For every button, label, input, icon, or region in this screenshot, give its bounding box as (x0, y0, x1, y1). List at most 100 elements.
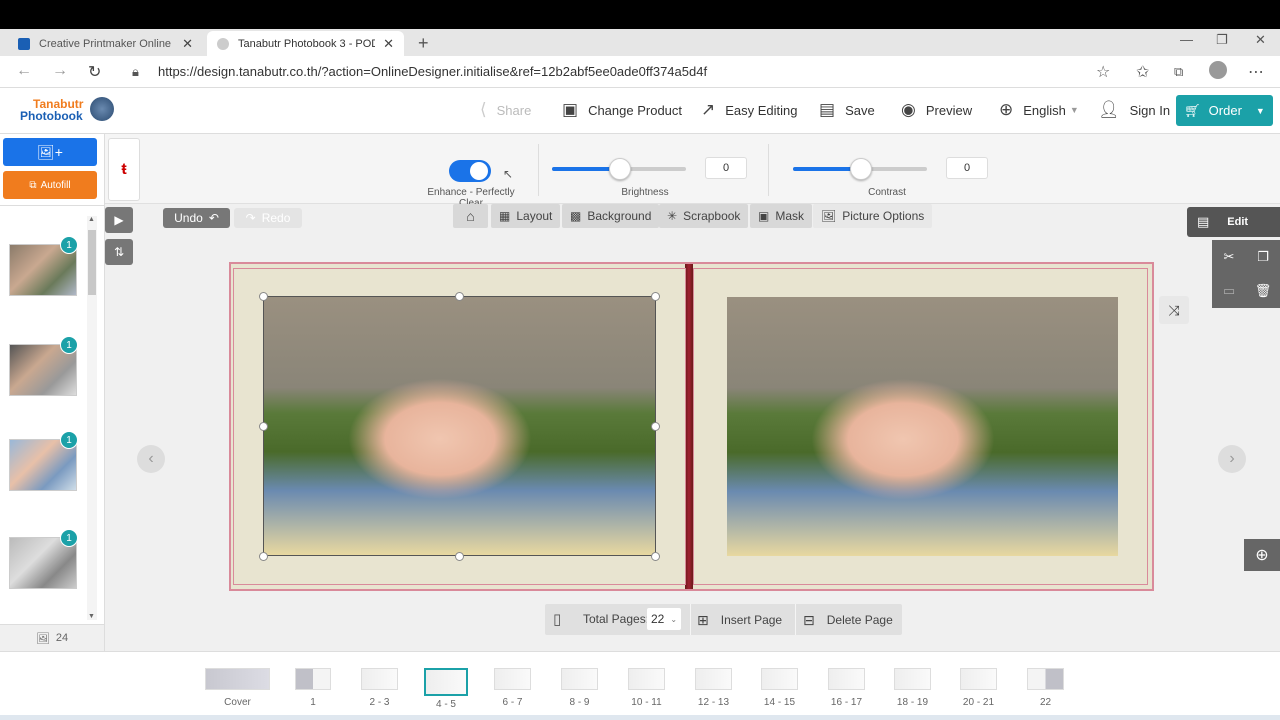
film-page-4-5[interactable]: 4 - 5 (424, 668, 468, 710)
resize-handle[interactable] (259, 552, 268, 561)
resize-handle[interactable] (259, 422, 268, 431)
picture-options-button[interactable]: 🖼︎ Picture Options (813, 204, 933, 228)
mask-button[interactable]: ▣ Mask (750, 204, 813, 228)
autofill-button[interactable]: ⧉ Autofill (3, 171, 97, 199)
sign-in-button[interactable]: 👤︎ Sign In (1098, 100, 1170, 120)
close-icon[interactable]: ✕ (182, 36, 193, 52)
film-page-2-3[interactable]: 2 - 3 (361, 668, 398, 708)
delete-page-button[interactable]: ⊟ Delete Page (803, 608, 893, 632)
redo-icon: ↷ (245, 211, 256, 225)
scrollbar-thumb[interactable] (88, 230, 96, 295)
scroll-up-icon[interactable]: ▲ (88, 216, 95, 223)
slider-knob[interactable] (850, 158, 872, 180)
film-page-18-19[interactable]: 18 - 19 (894, 668, 931, 708)
background-button[interactable]: ▩ Background (562, 204, 660, 228)
redo-button[interactable]: ↷ Redo (234, 208, 302, 228)
maximize-icon[interactable]: ❐ (1216, 32, 1228, 48)
brand-tab-icon[interactable]: ŧ (108, 138, 140, 201)
film-page-10-11[interactable]: 10 - 11 (628, 668, 665, 708)
screen-top-bar (0, 0, 1280, 29)
total-pages-select[interactable]: 22 ⌄ (647, 608, 681, 630)
minimize-icon[interactable]: — (1180, 32, 1193, 47)
slider-knob[interactable] (609, 158, 631, 180)
film-page-20-21[interactable]: 20 - 21 (960, 668, 997, 708)
save-button[interactable]: ▤ Save (819, 100, 875, 120)
edit-panel-header[interactable]: ▤ Edit (1187, 207, 1280, 237)
reload-icon[interactable]: ↻ (88, 62, 101, 82)
film-page-8-9[interactable]: 8 - 9 (561, 668, 598, 708)
insert-page-button[interactable]: ⊞ Insert Page (697, 608, 782, 632)
add-photos-button[interactable]: 🖼︎+ (3, 138, 97, 166)
browser-tab-tanabutr[interactable]: Tanabutr Photobook 3 - POD Ha... ✕ (207, 31, 404, 56)
back-icon[interactable]: ← (16, 62, 32, 80)
enhance-toggle[interactable] (449, 160, 491, 182)
cut-icon[interactable]: ✂ (1216, 244, 1242, 270)
tanabutr-logo[interactable]: Tanabutr Photobook (20, 97, 115, 127)
easy-editing-button[interactable]: ↗ Easy Editing (701, 100, 798, 120)
mask-icon: ▣ (758, 209, 770, 223)
user-icon: 👤︎ (1098, 100, 1120, 119)
star-icon[interactable]: ☆ (1096, 62, 1110, 82)
language-dropdown[interactable]: ⊕ English ▼ (999, 100, 1079, 120)
photo-thumbnail[interactable]: 1 (9, 336, 78, 396)
collections-icon[interactable]: ⧉ (1174, 64, 1183, 80)
film-page-1[interactable]: 1 (295, 668, 331, 708)
resize-handle[interactable] (455, 292, 464, 301)
window-close-icon[interactable]: ✕ (1255, 32, 1266, 48)
change-product-button[interactable]: ▣ Change Product (562, 100, 682, 120)
language-label: English (1023, 102, 1066, 118)
resize-handle[interactable] (455, 552, 464, 561)
add-photo-icon: 🖼︎+ (37, 143, 63, 160)
film-page-12-13[interactable]: 12 - 13 (695, 668, 732, 708)
photo-thumbnail[interactable]: 1 (9, 431, 78, 491)
scrollbar[interactable]: ▲ ▼ (87, 216, 97, 620)
next-page-button[interactable]: › (1218, 445, 1246, 473)
forward-icon[interactable]: → (52, 62, 68, 80)
film-page-16-17[interactable]: 16 - 17 (828, 668, 865, 708)
resize-handle[interactable] (651, 552, 660, 561)
url-field[interactable]: https://design.tanabutr.co.th/?action=On… (158, 64, 707, 79)
more-icon[interactable]: ⋯ (1248, 62, 1264, 82)
share-button[interactable]: ⟨ Share (480, 100, 531, 120)
undo-button[interactable]: Undo ↶ (163, 208, 230, 228)
order-button[interactable]: 🛒︎ Order ▼ (1176, 95, 1273, 126)
zoom-button[interactable]: ⊕ (1244, 539, 1280, 571)
film-page-cover[interactable]: Cover (205, 668, 270, 708)
photobook-spread[interactable] (229, 262, 1154, 591)
trash-icon[interactable]: 🗑︎ (1250, 278, 1276, 304)
paste-icon[interactable]: ▭ (1216, 278, 1242, 304)
film-page-22[interactable]: 22 (1027, 668, 1064, 708)
home-icon: ⌂ (466, 208, 475, 224)
resize-handle[interactable] (259, 292, 268, 301)
brightness-slider[interactable] (552, 158, 686, 180)
film-page-14-15[interactable]: 14 - 15 (761, 668, 798, 708)
profile-avatar[interactable] (1209, 61, 1227, 84)
scroll-down-icon[interactable]: ▼ (88, 613, 95, 620)
close-icon[interactable]: ✕ (383, 36, 394, 52)
layout-button[interactable]: ▦ Layout (491, 204, 561, 228)
left-photo-frame[interactable] (263, 296, 656, 556)
contrast-slider[interactable] (793, 158, 927, 180)
scrapbook-button[interactable]: ✳ Scrapbook (659, 204, 749, 228)
right-photo-frame[interactable] (727, 297, 1118, 556)
film-label: 20 - 21 (962, 697, 995, 708)
home-button[interactable]: ⌂ (453, 204, 488, 228)
brightness-value[interactable]: 0 (705, 157, 747, 179)
preview-label: Preview (925, 102, 973, 118)
resize-handle[interactable] (651, 292, 660, 301)
copy-icon[interactable]: ❐ (1250, 244, 1276, 270)
photo-thumbnail[interactable]: 1 (9, 529, 78, 589)
edit-icon: ▤ (1197, 214, 1210, 229)
photo-thumbnail[interactable]: 1 (9, 236, 78, 296)
new-tab-button[interactable]: + (408, 31, 434, 56)
expand-panel-button[interactable]: ▶ (105, 207, 133, 233)
shuffle-button[interactable]: ⤨ (1159, 296, 1189, 324)
sort-button[interactable]: ⇅ (105, 239, 133, 265)
browser-tab-creative-printmaker[interactable]: Creative Printmaker Online Design ✕ (8, 31, 203, 56)
resize-handle[interactable] (651, 422, 660, 431)
favorites-icon[interactable]: ✩ (1136, 62, 1149, 82)
film-page-6-7[interactable]: 6 - 7 (494, 668, 531, 708)
contrast-value[interactable]: 0 (946, 157, 988, 179)
previous-page-button[interactable]: ‹ (137, 445, 165, 473)
preview-button[interactable]: ◉ Preview (901, 100, 972, 120)
